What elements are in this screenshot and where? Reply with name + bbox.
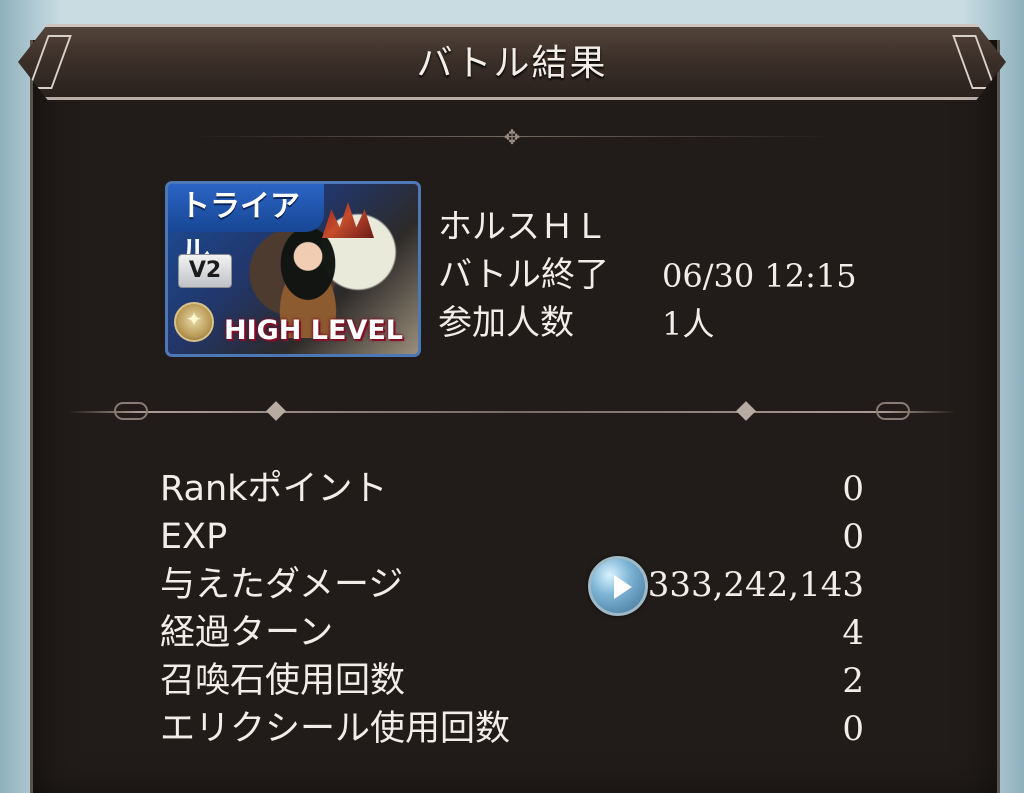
quest-name: ホルスＨＬ <box>438 207 608 247</box>
exp-value: 0 <box>842 517 864 557</box>
divider-right-ornament <box>876 402 910 420</box>
divider-left-ornament <box>114 402 148 420</box>
page-title: バトル結果 <box>416 43 608 84</box>
elixir-uses-value: 0 <box>842 709 864 749</box>
battle-results-screen: バトル結果 ✥ トライアル V2 HIGH LEVEL ホルスＨＬ バトル終了 … <box>0 0 1024 793</box>
rank-points-label: Rankポイント <box>160 469 388 509</box>
trial-tag: トライアル <box>168 184 324 270</box>
quest-banner: トライアル V2 HIGH LEVEL <box>165 181 421 357</box>
damage-detail-play-icon[interactable] <box>588 556 648 616</box>
high-level-label: HIGH LEVEL <box>224 315 403 346</box>
damage-value: 333,242,143 <box>647 565 864 605</box>
participants-label: 参加人数 <box>438 303 574 343</box>
battle-end-time: 06/30 12:15 <box>662 257 857 295</box>
exp-label: EXP <box>160 517 228 557</box>
participants-count: 1人 <box>662 305 715 343</box>
version-badge: V2 <box>178 254 232 288</box>
damage-label: 与えたダメージ <box>160 565 404 605</box>
horn-ornament <box>322 202 374 238</box>
turns-value: 4 <box>842 613 864 653</box>
summon-uses-label: 召喚石使用回数 <box>160 661 406 701</box>
medal-icon <box>174 302 214 342</box>
rank-points-value: 0 <box>842 469 864 509</box>
summon-uses-value: 2 <box>842 661 864 701</box>
title-ornament-icon: ✥ <box>503 125 521 149</box>
battle-end-label: バトル終了 <box>438 255 610 295</box>
elixir-uses-label: エリクシール使用回数 <box>160 709 511 749</box>
turns-label: 経過ターン <box>160 613 334 653</box>
section-divider <box>68 411 956 413</box>
